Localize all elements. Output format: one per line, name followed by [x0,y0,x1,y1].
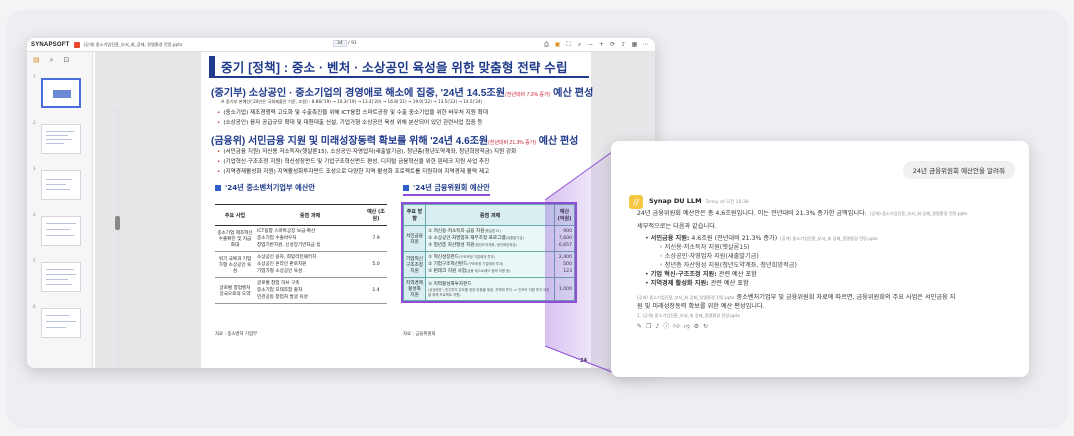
sidebar-scrollbar[interactable] [115,108,120,368]
bot-name: Synap DU LLM Today at 오전 10:38 [649,197,749,205]
thumbnail-page[interactable]: 2 [33,120,87,158]
slide-title-bar: 중기 [정책] : 중소 · 벤처 · 소상공인 육성을 위한 맞춤형 전략 수… [209,56,589,78]
table-header: 중점 과제 [425,204,555,226]
print-icon[interactable]: ⎙ [543,41,550,48]
document-page: 중기 [정책] : 중소 · 벤처 · 소상공인 육성을 위한 맞춤형 전략 수… [201,52,594,368]
response-item: • 지역경제 활성화 지원: 관련 예산 포함 [645,280,749,287]
citation-link[interactable]: (공개) 중소기업진흥_부서_회 강제_정명환경 전망.pptx [637,295,735,300]
thumbnail-number: 4 [33,212,36,217]
table-row: 글로벌 창업벤처 강국으로의 도약 글로벌 창업 허브 구축 중소기업 모태조합 … [215,277,387,304]
left-table-source: 자료 : 중소벤처 기업부 [215,332,258,337]
thumbnail-page[interactable]: 4 [33,212,87,250]
page-number: 34 [580,358,587,364]
document-canvas: 중기 [정책] : 중소 · 벤처 · 소상공인 육성을 위한 맞춤형 전략 수… [95,52,655,368]
rotate-icon[interactable]: ⟳ [609,41,616,48]
bot-timestamp: Today at 오전 10:38 [705,200,749,205]
table-row: 중소기업 제조혁신 수출확진 및 지급화대 ICT융합 스마트공장 보급·확산 중… [215,225,387,252]
zoom-in-icon[interactable]: + [598,41,605,48]
thumbs-down-icon[interactable]: 👎︎ [684,322,690,331]
bullet-item: • (기업혁신·구조조정 지원) 혁신성장펀드 및 기업구조혁신펀드 편성, 디지… [217,159,490,165]
budget-note: ※ 중기부 본예산('24년은 국회제출안 기준, 조원) : 8.86('19… [221,99,483,104]
table-row: 지역경제 활성화 지원 ① 지역활성화투자펀드 (공공부문 : 민간투자 유도를… [403,277,575,301]
grid-view-icon[interactable]: ▦ [631,41,638,48]
copy-icon[interactable]: ❐ [646,322,651,331]
sidebar-search-icon[interactable]: ⌕ [50,56,54,65]
response-subitem: ◦ 소상공인·자영업자 지원(새출발기금) [659,253,759,260]
page-current-input[interactable]: 34 [333,40,347,47]
response-item: • 기업 혁신·구조조정 지원: 관련 예산 포함 [645,271,757,278]
page-indicator[interactable]: 34 / 91 [333,40,357,47]
thumbnail-number: 2 [33,120,36,125]
thumbnail-list: 1 2 3 4 5 6 [33,74,87,350]
file-name: (공개) 중소기업진흥_부서_회_강제, 정명환경 전망.pptx [83,41,183,47]
slide-title: 중기 [정책] : 중소 · 벤처 · 소상공인 육성을 위한 맞춤형 전략 수… [221,60,568,75]
section-heading-smes: (중기부) 소상공인 · 중소기업의 경영애로 해소에 집중, '24년 14.… [211,88,594,99]
table-header: 예산 (억원) [554,204,575,226]
thumbnail-page[interactable]: 5 [33,258,87,296]
bullet-item: • (지역경제활성화 지원) 지역활성화투자펀드 조성으로 다양한 지역 활성화 … [217,169,490,175]
share-icon[interactable]: ⇪ [620,41,627,48]
bullet-item: • (중소기업) 제조경쟁력 고도화 및 수출촉진을 위해 ICT융합 스마트공장… [217,110,488,116]
info-icon[interactable]: ⓘ [663,322,669,331]
app-logo: SYNAPSOFT [31,41,70,48]
fsc-budget-table: 주요 방향 중점 과제 예산 (억원) 서민금융 지원 ① 저신용·저소득자 금… [401,202,577,303]
thumbnail-sidebar: ▤ ⌕ ⊡ 1 2 3 4 5 6 [27,52,93,368]
table-header: 주요 방향 [403,204,426,226]
sidebar-tools: ▤ ⌕ ⊡ [27,52,92,69]
response-subitem: ◦ 청년층 자산형성 지원(청년도약계좌, 청년희망적금) [659,262,797,269]
thumbnails-icon[interactable]: ▤ [33,56,40,65]
bullet-item: • (소상공인) 융자 공급규모 확대 및 대환대출 신설, 기업가형 소상공인 … [217,120,483,126]
viewer-toolbar: SYNAPSOFT (공개) 중소기업진흥_부서_회_강제, 정명환경 전망.p… [27,38,655,52]
thumbs-up-icon[interactable]: 👍︎ [673,322,679,331]
thumbnail-number: 5 [33,258,36,263]
bullet-item: • (서민금융 지원) 저신용 저소득자(햇살론15), 소상공인·자영업자(새출… [217,149,517,155]
footnote[interactable]: 1. (공개) 중소기업진흥_부서_회 강제_정명환경 전망.pptx [637,311,1019,320]
thumbnail-page[interactable]: 3 [33,166,87,204]
table-row: 기업혁신 구조조정 지원 ① 혁신성장펀드(구조조정 기업에게 투자) ② 기업… [403,251,575,278]
page-total: / 91 [348,41,357,46]
bot-response: 24년 금융위원회 예산안은 총 4,6조원입니다. 이는 전년대비 21.3%… [637,207,1019,331]
citation-link[interactable]: (공개) 중소기업진흥_부서_회 강제_정명환경 전망.pptx [870,211,968,216]
thumbnail-number: 6 [33,304,36,309]
zoom-out-icon[interactable]: − [587,41,594,48]
regenerate-icon[interactable]: ↻ [703,322,708,331]
fit-page-icon[interactable]: ⛶ [565,41,572,48]
response-subitem: ◦ 저신용·저소득자 지원(햇살론15) [659,244,750,251]
document-viewer-window: SYNAPSOFT (공개) 중소기업진흥_부서_회_강제, 정명환경 전망.p… [27,38,655,368]
right-table-source: 자료 : 금융위원회 [403,332,436,337]
more-icon[interactable]: ⋯ [642,41,649,48]
citation-link[interactable]: (공개) 중소기업진흥_부서_회 강제_정명환경 전망.pptx [780,236,878,241]
table-row: 서민금융 지원 ① 저신용·저소득자 금융 지원(햇살론15) ② 소상공인·자… [403,225,575,252]
message-actions: ✎ ❐ ♪ ⓘ 👍︎ 👎︎ ⚙ ↻ [637,322,1019,331]
viewer-tools: ⎙ ▣ ⛶ ⌕ − + ⟳ ⇪ ▦ ⋯ [543,41,649,49]
thumbnail-page[interactable]: 6 [33,304,87,342]
response-item: • 서민금융 지원: 4.6조원 (전년대비 21.3% 증가) (공개) 중소기… [645,235,878,242]
user-message: 24년 금융위원회 예산안을 알려줘 [902,161,1015,179]
thumbnail-number: 1 [33,74,36,79]
section-heading-fsc: (금융위) 서민금융 지원 및 미래성장동력 확보를 위해 '24년 4.6조원… [211,136,579,147]
thumbnail-page[interactable]: 1 [33,74,87,112]
table-header: 예산 (조원) [365,204,387,226]
settings-icon[interactable]: ⚙ [694,322,699,331]
table-header: 주요 사업 [215,204,255,226]
ai-panel-icon[interactable]: ▣ [554,41,561,48]
llm-chat-panel: 24년 금융위원회 예산안을 알려줘 // Synap DU LLM Today … [611,141,1029,377]
edit-icon[interactable]: ✎ [637,322,642,331]
right-table-heading: '24년 금융위원회 예산안 [403,183,490,196]
table-row: 위기 극복과 기업가형 소상공인 육성 소상공인 융자, 희망리턴패키지 소상공인… [215,251,387,278]
table-header: 중점 과제 [255,204,365,226]
left-table-heading: '24년 중소벤처기업부 예산안 [215,183,315,193]
search-icon[interactable]: ⌕ [576,41,583,48]
thumbnail-number: 3 [33,166,36,171]
speaker-icon[interactable]: ♪ [655,322,659,331]
sme-budget-table: 주요 사업 중점 과제 예산 (조원) 중소기업 제조혁신 수출확진 및 지급화… [215,204,387,304]
file-type-icon [74,41,81,48]
bookmark-icon[interactable]: ⊡ [64,56,70,65]
